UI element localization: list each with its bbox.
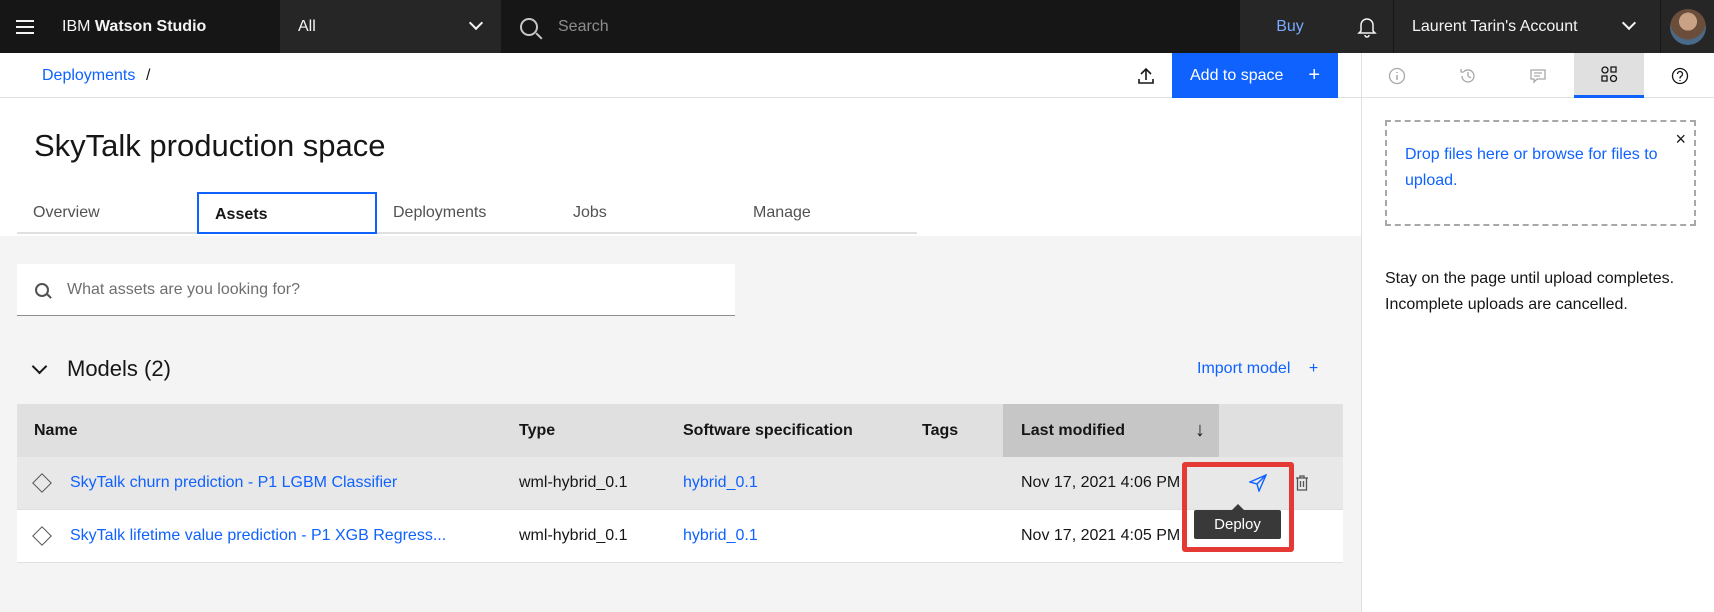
breadcrumb-bar: Deployments / Add to space +: [0, 53, 1361, 98]
dropzone-label: Drop files here or browse for files to u…: [1405, 146, 1658, 189]
data-assets-tab[interactable]: [1573, 53, 1645, 98]
model-last-modified: Nov 17, 2021 4:06 PM: [1021, 474, 1181, 491]
search-icon: [520, 17, 538, 36]
model-type: wml-hybrid_0.1: [519, 527, 628, 544]
space-tabs: Overview Assets Deployments Jobs Manage: [17, 192, 917, 234]
global-search-input[interactable]: Search: [502, 0, 1238, 53]
column-name[interactable]: Name: [34, 404, 78, 457]
tab-overview[interactable]: Overview: [17, 192, 197, 234]
breadcrumb-deployments[interactable]: Deployments: [42, 67, 135, 85]
side-panel: Drop files here or browse for files to u…: [1361, 53, 1714, 612]
table-row[interactable]: SkyTalk churn prediction - P1 LGBM Class…: [17, 457, 1343, 510]
tab-jobs[interactable]: Jobs: [557, 192, 737, 234]
page-header: SkyTalk production space Overview Assets…: [0, 98, 1361, 236]
menu-icon[interactable]: [0, 0, 50, 53]
models-section-toggle[interactable]: Models (2): [31, 356, 171, 382]
chevron-down-icon: [468, 15, 484, 31]
main-content: SkyTalk production space Overview Assets…: [0, 98, 1361, 612]
tab-manage[interactable]: Manage: [737, 192, 917, 234]
chevron-down-icon: [1621, 15, 1637, 31]
software-spec-link[interactable]: hybrid_0.1: [683, 457, 758, 509]
models-table: Name Type Software specification Tags La…: [17, 404, 1343, 563]
software-spec-link[interactable]: hybrid_0.1: [683, 510, 758, 562]
deploy-tooltip: Deploy: [1194, 504, 1281, 539]
product-name[interactable]: IBM Watson Studio: [50, 18, 280, 36]
model-name-link[interactable]: SkyTalk lifetime value prediction - P1 X…: [70, 510, 446, 562]
search-placeholder: Search: [558, 17, 609, 35]
scope-dropdown[interactable]: All: [280, 0, 501, 53]
add-to-space-label: Add to space: [1190, 66, 1284, 84]
info-icon: [1389, 67, 1406, 84]
account-name: Laurent Tarin's Account: [1412, 17, 1578, 35]
delete-button[interactable]: [1295, 457, 1309, 509]
model-last-modified: Nov 17, 2021 4:05 PM: [1021, 527, 1181, 544]
top-nav-bar: IBM Watson Studio All Search Buy Laurent…: [0, 0, 1714, 53]
plus-icon: +: [1308, 360, 1319, 377]
import-model-label: Import model: [1197, 360, 1291, 377]
comment-icon: [1530, 68, 1547, 84]
tab-deployments[interactable]: Deployments: [377, 192, 557, 234]
model-name-link[interactable]: SkyTalk churn prediction - P1 LGBM Class…: [70, 457, 397, 509]
scope-label: All: [298, 17, 316, 35]
model-icon: [32, 457, 52, 509]
help-tab[interactable]: [1644, 53, 1714, 98]
trash-icon: [1296, 475, 1308, 491]
user-profile-button[interactable]: [1661, 0, 1714, 53]
upload-button[interactable]: [1120, 53, 1172, 98]
column-last-modified[interactable]: Last modified ↓: [1003, 404, 1219, 457]
table-row[interactable]: SkyTalk lifetime value prediction - P1 X…: [17, 510, 1343, 563]
avatar: [1669, 8, 1706, 45]
column-tags[interactable]: Tags: [922, 404, 958, 457]
comments-tab[interactable]: [1503, 53, 1574, 98]
models-heading: Models (2): [67, 356, 171, 381]
column-type[interactable]: Type: [519, 404, 555, 457]
close-icon[interactable]: ×: [1675, 126, 1686, 152]
search-icon: [35, 282, 49, 297]
page-title: SkyTalk production space: [34, 128, 386, 163]
chevron-down-icon: [31, 358, 48, 374]
notifications-button[interactable]: [1340, 0, 1393, 53]
account-switcher[interactable]: Laurent Tarin's Account: [1394, 0, 1660, 53]
history-tab[interactable]: [1433, 53, 1504, 98]
assets-search-placeholder: What assets are you looking for?: [67, 280, 301, 298]
upload-icon: [1138, 67, 1154, 84]
help-icon: [1671, 67, 1688, 84]
column-last-modified-label: Last modified: [1021, 421, 1126, 439]
bell-icon: [1356, 17, 1377, 38]
side-panel-tabs: [1362, 53, 1714, 98]
file-dropzone[interactable]: Drop files here or browse for files to u…: [1385, 120, 1696, 226]
sort-descending-icon: ↓: [1195, 419, 1205, 441]
brand-name: Watson Studio: [94, 17, 207, 35]
history-icon: [1460, 68, 1475, 83]
data-assets-icon: [1601, 66, 1618, 83]
upload-note: Stay on the page until upload completes.…: [1385, 270, 1675, 313]
buy-link[interactable]: Buy: [1240, 0, 1340, 53]
brand-prefix: IBM: [62, 17, 91, 35]
plus-icon: +: [1308, 64, 1320, 86]
import-model-button[interactable]: Import model +: [1197, 360, 1318, 378]
info-tab[interactable]: [1362, 53, 1433, 98]
breadcrumb-separator: /: [146, 67, 151, 84]
assets-search-input[interactable]: What assets are you looking for?: [17, 264, 735, 316]
table-header: Name Type Software specification Tags La…: [17, 404, 1343, 457]
model-type: wml-hybrid_0.1: [519, 474, 628, 491]
model-icon: [32, 510, 52, 562]
column-software[interactable]: Software specification: [683, 404, 853, 457]
tab-assets[interactable]: Assets: [197, 192, 377, 234]
add-to-space-button[interactable]: Add to space +: [1172, 53, 1338, 98]
